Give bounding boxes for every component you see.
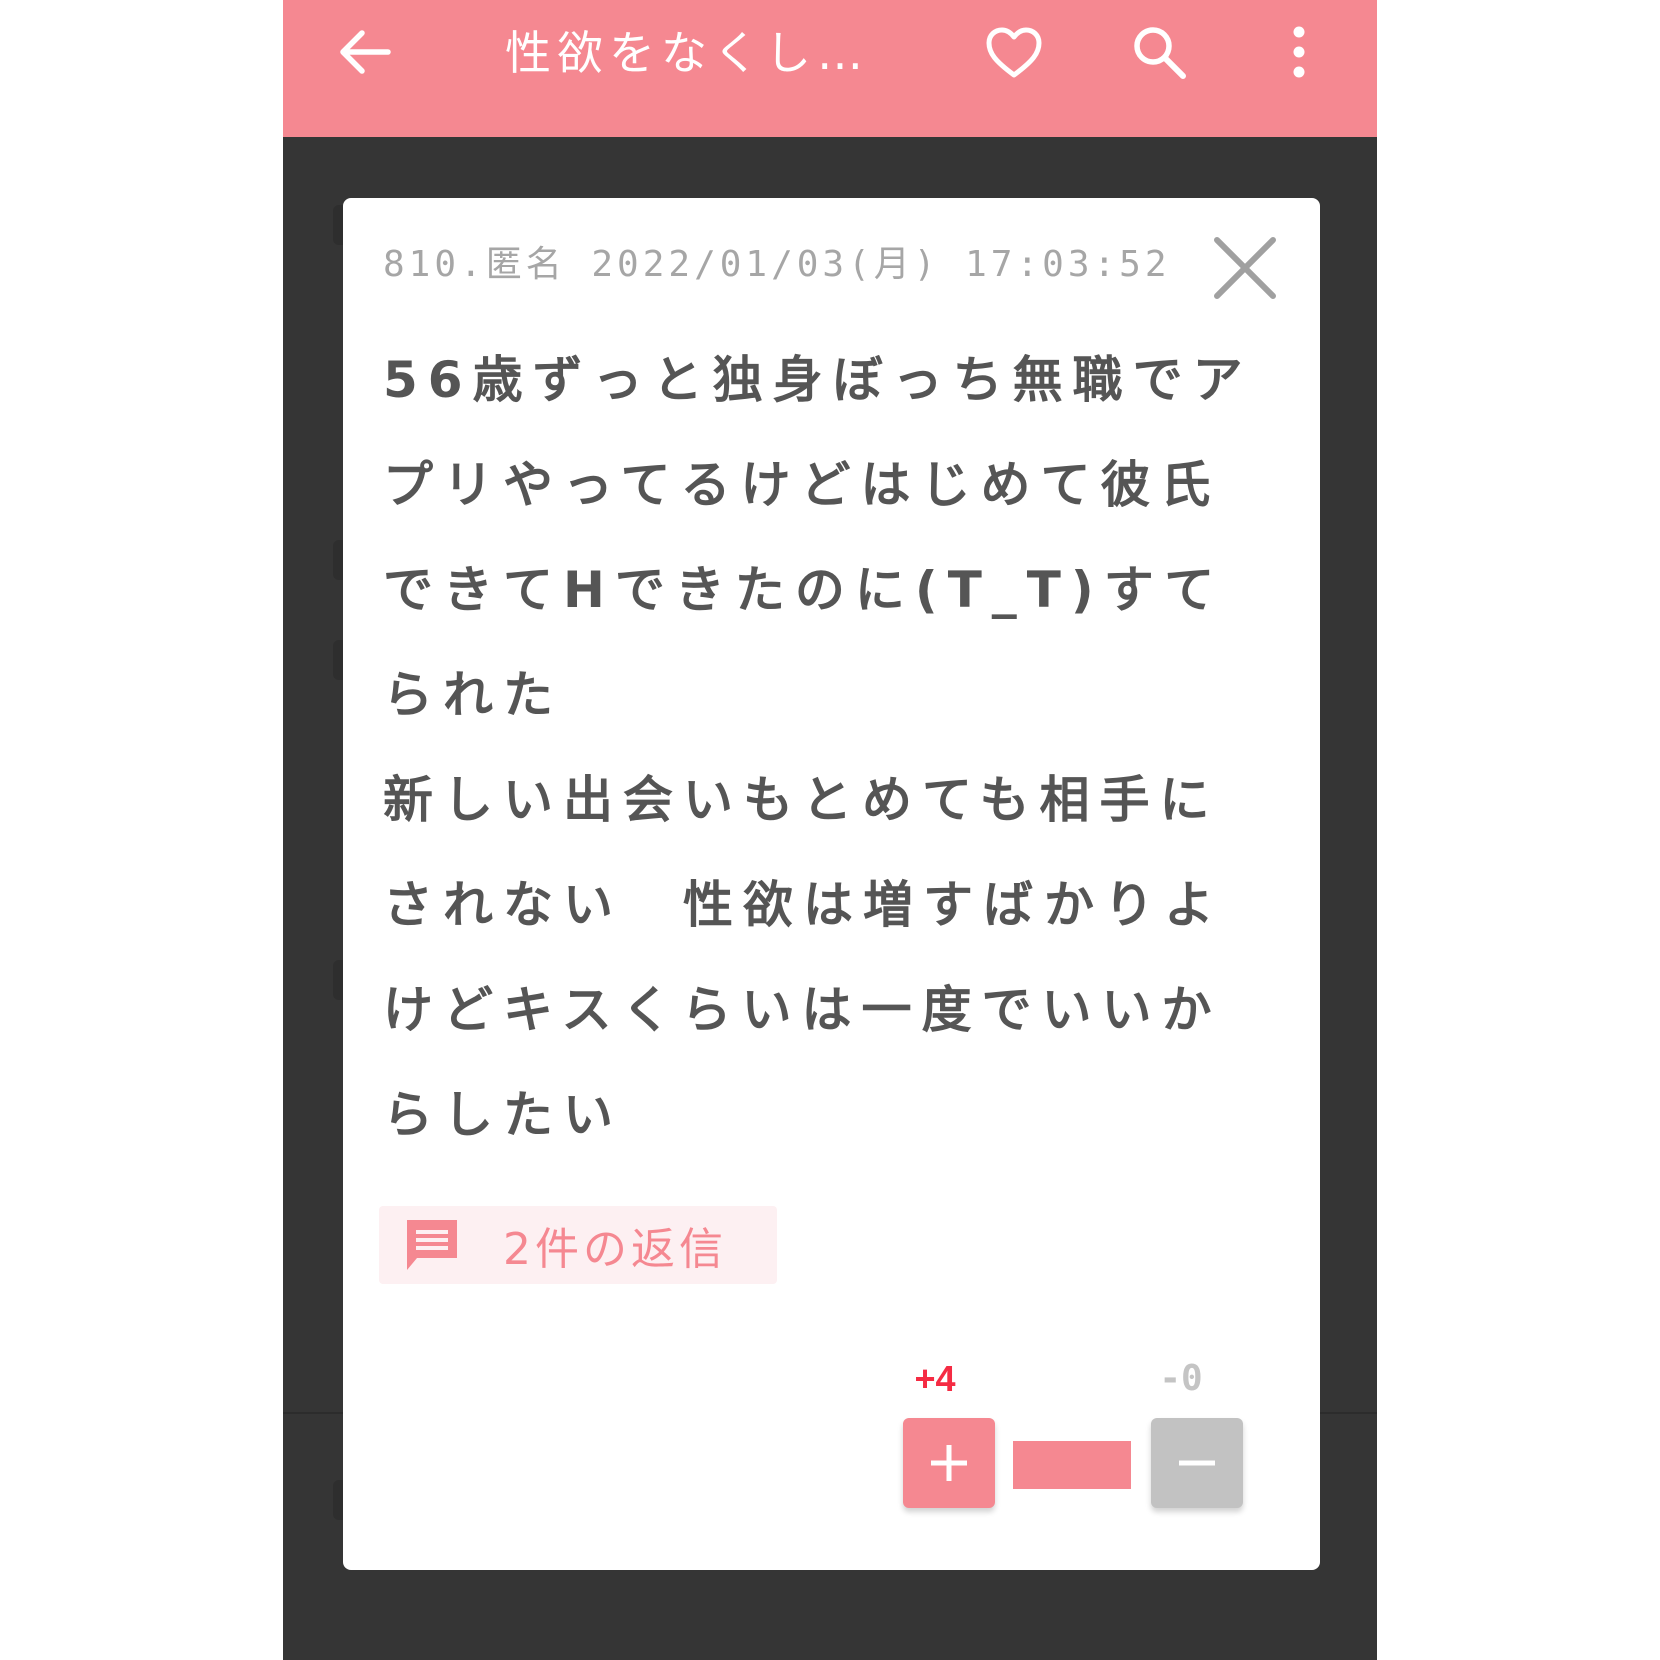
page-title: 性欲をなくし… <box>505 26 869 80</box>
post-detail-dialog: 810.匿名 2022/01/03(月) 17:03:52 56歳ずっと独身ぼっ… <box>343 198 1320 1570</box>
replies-button[interactable]: 2件の返信 <box>379 1206 777 1284</box>
comment-icon <box>401 1214 463 1276</box>
search-icon[interactable] <box>1129 22 1189 82</box>
plus-vote-button[interactable] <box>903 1418 995 1508</box>
post-body: 56歳ずっと独身ぼっち無職でアプリやってるけどはじめて彼氏できてHできたのに(T… <box>383 351 1253 1144</box>
minus-icon <box>1179 1460 1215 1466</box>
minus-vote-button[interactable] <box>1151 1418 1243 1508</box>
plus-icon <box>931 1445 967 1481</box>
replies-label: 2件の返信 <box>503 1224 727 1275</box>
post-meta: 810.匿名 2022/01/03(月) 17:03:52 <box>383 244 1171 285</box>
phone-screen: 性欲をなくし… 810.匿名 2022/01/03(月) 17:03:52 56… <box>283 0 1377 1660</box>
back-arrow-icon[interactable] <box>335 22 395 82</box>
plus-vote-count: +4 <box>914 1358 956 1399</box>
vote-ratio-bar <box>1013 1441 1131 1489</box>
vote-ratio-fill <box>1013 1441 1131 1489</box>
heart-icon[interactable] <box>983 22 1045 84</box>
minus-vote-count: -0 <box>1159 1358 1203 1399</box>
app-bar: 性欲をなくし… <box>283 0 1377 137</box>
close-icon[interactable] <box>1213 236 1277 300</box>
more-vert-icon[interactable] <box>1279 22 1319 82</box>
